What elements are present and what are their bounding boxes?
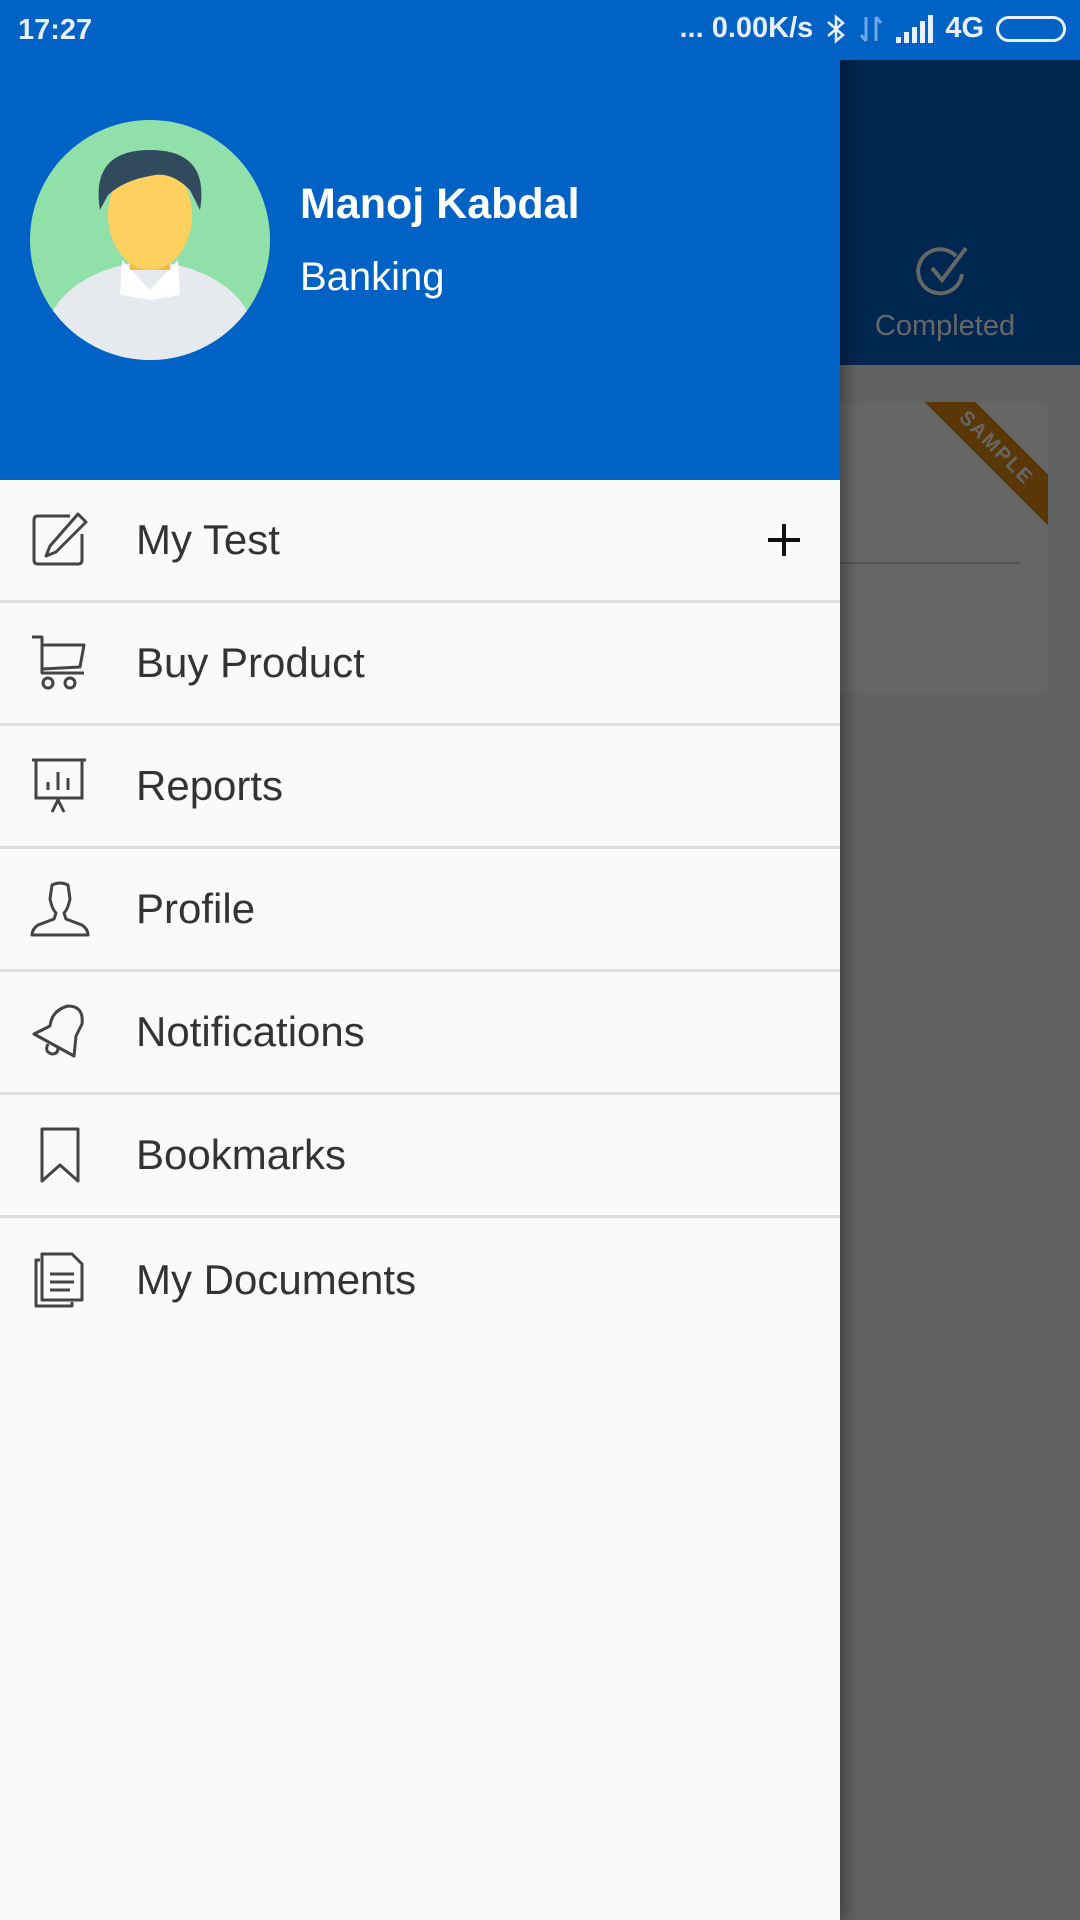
user-icon	[30, 881, 90, 937]
drawer-menu: My Test Buy Product Reports Profile Noti…	[0, 480, 840, 1341]
menu-item-label: Buy Product	[136, 639, 365, 686]
menu-item-my-test[interactable]: My Test	[0, 480, 840, 603]
network-type: 4G	[945, 12, 984, 44]
menu-item-notifications[interactable]: Notifications	[0, 972, 840, 1095]
menu-item-label: My Test	[136, 516, 280, 563]
status-bar: 17:27 ... 0.00K/s 4G	[0, 0, 1080, 60]
plus-icon[interactable]	[760, 516, 808, 564]
menu-item-my-documents[interactable]: My Documents	[0, 1218, 840, 1341]
navigation-drawer: Manoj Kabdal Banking My Test Buy Product	[0, 0, 840, 1920]
menu-item-label: Profile	[136, 885, 256, 932]
status-time: 17:27	[18, 14, 93, 46]
status-icons: ... 0.00K/s 4G	[679, 12, 1066, 45]
network-speed: ... 0.00K/s	[679, 12, 814, 44]
menu-item-label: Reports	[136, 762, 284, 809]
cart-icon	[32, 635, 86, 690]
menu-item-bookmarks[interactable]: Bookmarks	[0, 1095, 840, 1218]
battery-icon	[996, 15, 1066, 42]
signal-icon	[896, 14, 934, 43]
drawer-header: Manoj Kabdal Banking	[0, 0, 840, 480]
presentation-chart-icon	[32, 758, 86, 813]
bell-icon	[32, 1004, 84, 1058]
menu-item-label: Notifications	[136, 1008, 365, 1055]
user-avatar[interactable]	[30, 120, 270, 360]
user-subtitle: Banking	[300, 255, 445, 299]
menu-item-profile[interactable]: Profile	[0, 849, 840, 972]
documents-icon	[34, 1252, 84, 1307]
bookmark-icon	[40, 1127, 80, 1183]
menu-item-label: My Documents	[136, 1255, 417, 1303]
user-name: Manoj Kabdal	[300, 180, 580, 228]
edit-icon	[32, 512, 88, 566]
menu-item-buy-product[interactable]: Buy Product	[0, 603, 840, 726]
menu-item-reports[interactable]: Reports	[0, 726, 840, 849]
data-transfer-icon	[860, 15, 883, 42]
bluetooth-icon	[827, 13, 846, 44]
menu-item-label: Bookmarks	[136, 1131, 347, 1178]
